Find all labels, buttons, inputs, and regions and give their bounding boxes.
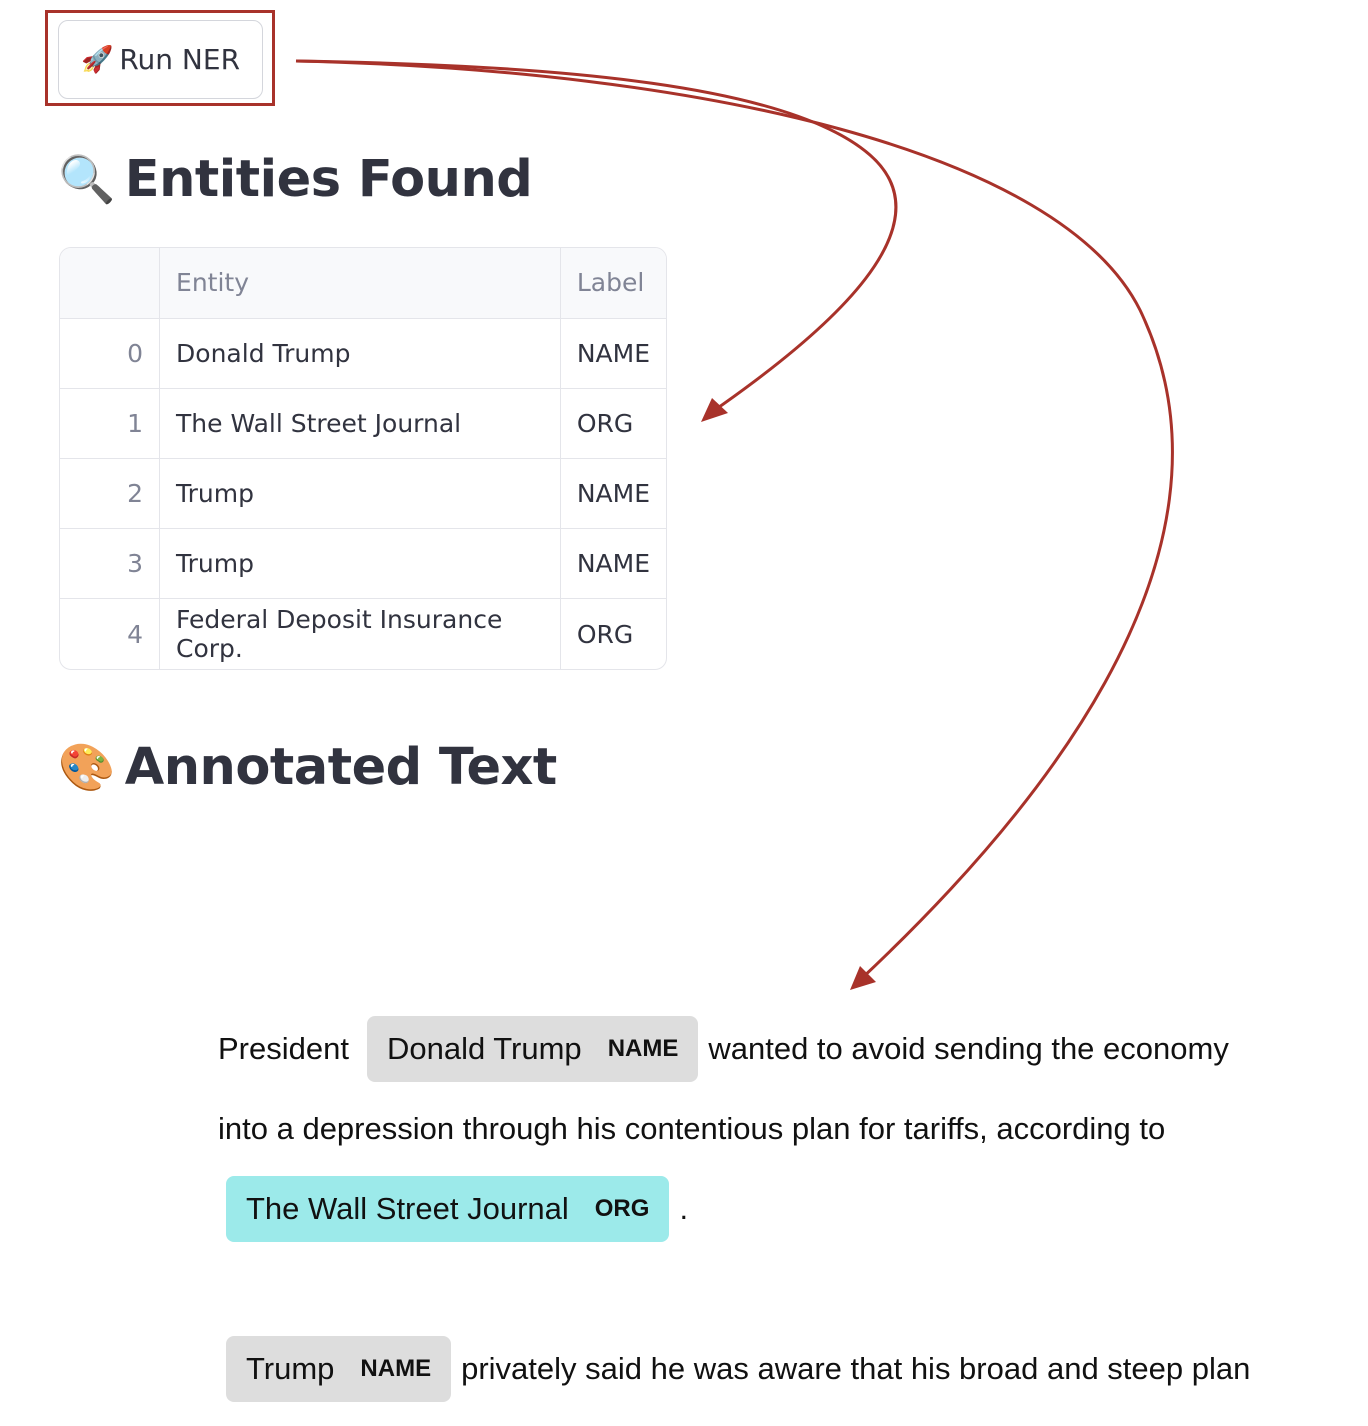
entity-highlight-name: Donald Trump NAME: [366, 1016, 699, 1082]
annotated-text-heading: 🎨 Annotated Text: [58, 738, 557, 797]
palette-icon: 🎨: [58, 740, 115, 794]
run-ner-label: Run NER: [119, 43, 241, 76]
entity-highlight-org: The Wall Street Journal ORG: [226, 1176, 670, 1242]
entities-found-heading: 🔍 Entities Found: [58, 150, 533, 209]
magnifier-icon: 🔍: [58, 152, 115, 206]
table-row: 2 Trump NAME: [60, 457, 666, 530]
row-index: 4: [60, 598, 161, 669]
table-row: 4 Federal Deposit Insurance Corp. ORG: [60, 598, 666, 669]
plain-text: privately said he was aware that his bro…: [461, 1351, 1251, 1386]
table-row: 1 The Wall Street Journal ORG: [60, 387, 666, 459]
label-cell[interactable]: ORG: [559, 598, 666, 669]
table-header-row: Entity Label: [60, 248, 666, 319]
table-row: 0 Donald Trump NAME: [60, 317, 666, 389]
entities-table: Entity Label 0 Donald Trump NAME 1 The W…: [59, 247, 667, 670]
label-cell[interactable]: NAME: [559, 457, 666, 530]
entity-label-tag: NAME: [360, 1355, 432, 1382]
row-index: 1: [60, 387, 161, 459]
row-index: 2: [60, 457, 161, 530]
entity-cell[interactable]: Federal Deposit Insurance Corp.: [159, 598, 561, 669]
annotated-line-1: President Donald Trump NAME wanted to av…: [218, 1016, 1229, 1082]
entity-highlight-name: Trump NAME: [226, 1336, 452, 1402]
plain-text: into a depression through his contentiou…: [218, 1111, 1166, 1146]
annotated-line-2: into a depression through his contentiou…: [218, 1096, 1165, 1162]
entity-label-tag: NAME: [607, 1035, 679, 1062]
rocket-icon: 🚀: [80, 44, 114, 75]
entity-cell[interactable]: The Wall Street Journal: [159, 387, 561, 459]
annotated-text-title: Annotated Text: [124, 738, 558, 797]
arrow-to-table-head: [701, 398, 728, 422]
entity-cell[interactable]: Trump: [159, 457, 561, 530]
arrow-to-annotated-text-head: [850, 966, 876, 990]
entity-text: Trump: [246, 1351, 335, 1386]
row-index: 0: [60, 317, 161, 389]
entity-column-header[interactable]: Entity: [159, 248, 561, 319]
entity-text: Donald Trump: [386, 1031, 582, 1066]
label-cell[interactable]: NAME: [559, 528, 666, 600]
entities-found-title: Entities Found: [124, 150, 533, 209]
annotated-line-4: Trump NAME privately said he was aware t…: [226, 1336, 1250, 1402]
entity-cell[interactable]: Trump: [159, 528, 561, 600]
entity-label-tag: ORG: [594, 1195, 650, 1222]
label-column-header[interactable]: Label: [559, 248, 666, 319]
plain-text: .: [679, 1191, 689, 1226]
table-row: 3 Trump NAME: [60, 528, 666, 600]
plain-text: President: [218, 1031, 349, 1066]
entity-cell[interactable]: Donald Trump: [159, 317, 561, 389]
index-column-header[interactable]: [60, 248, 161, 319]
entity-text: The Wall Street Journal: [246, 1191, 569, 1226]
run-ner-button[interactable]: 🚀 Run NER: [58, 20, 263, 99]
row-index: 3: [60, 528, 161, 600]
label-cell[interactable]: ORG: [559, 387, 666, 459]
plain-text: wanted to avoid sending the economy: [708, 1031, 1229, 1066]
label-cell[interactable]: NAME: [559, 317, 666, 389]
annotated-line-3: The Wall Street Journal ORG .: [226, 1176, 688, 1242]
